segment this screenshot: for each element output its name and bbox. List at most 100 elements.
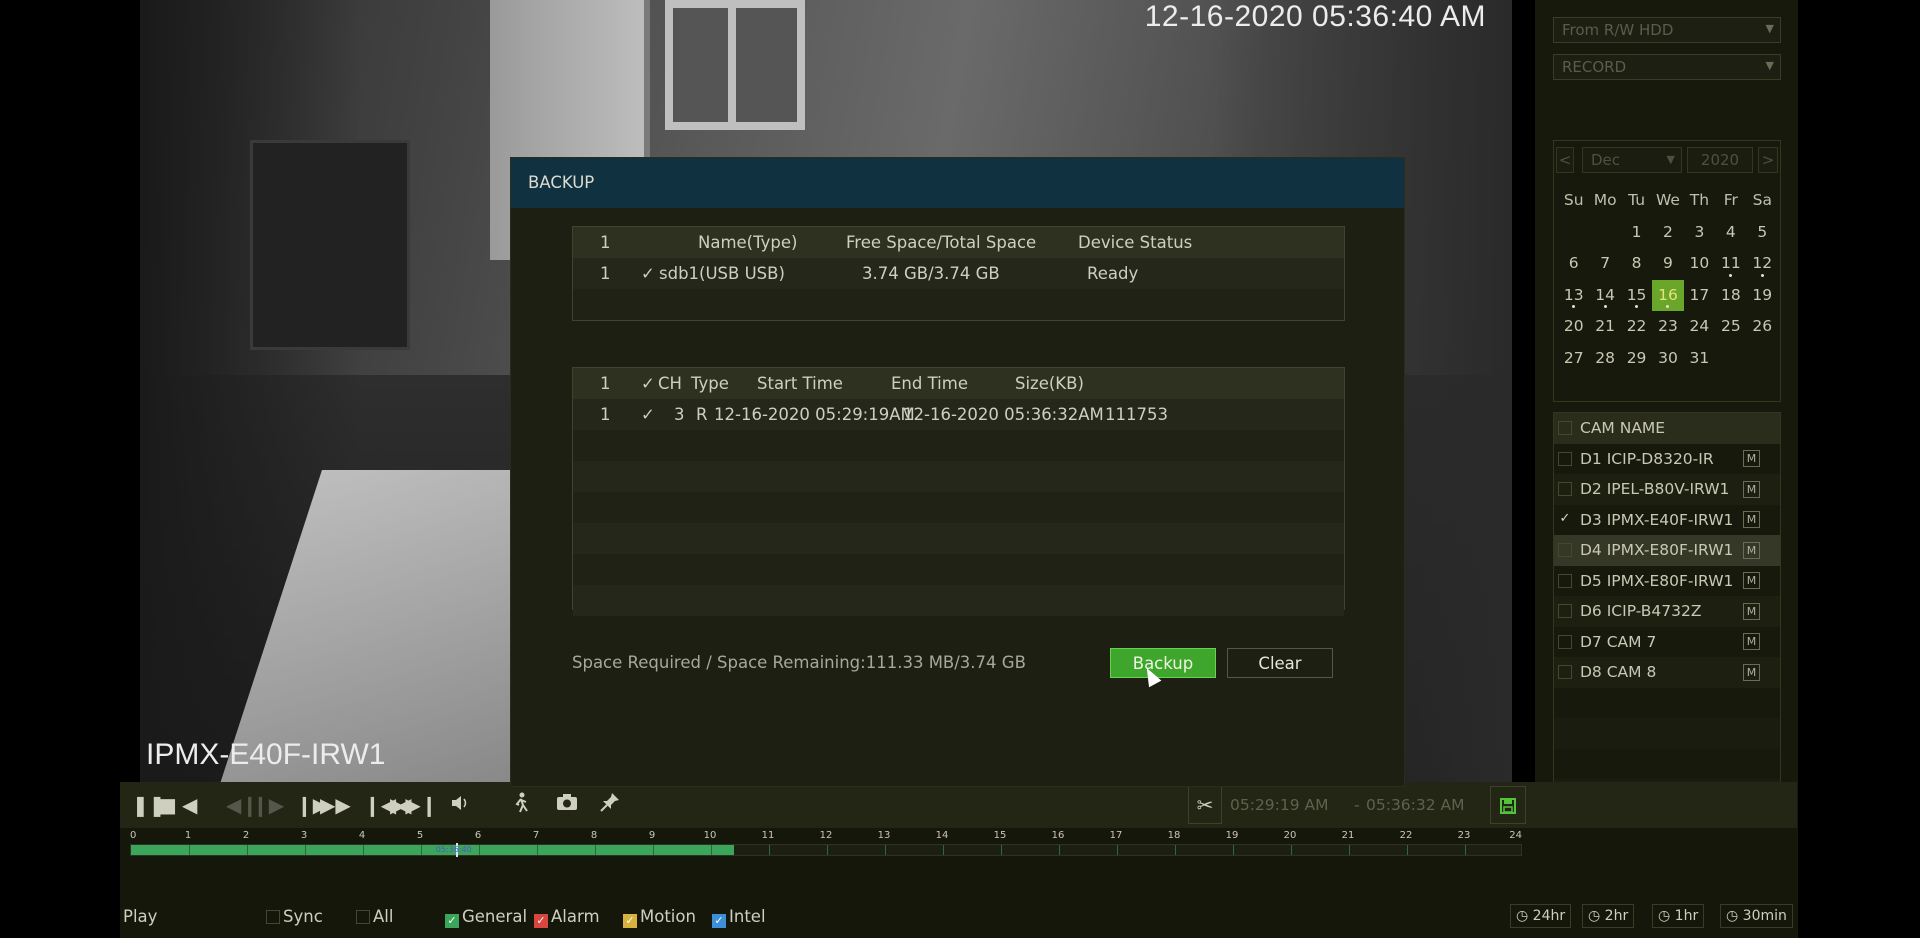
all-checkbox[interactable] [356,910,370,924]
next-month-button[interactable]: > [1758,147,1778,173]
calendar-day[interactable]: 14 [1589,280,1620,312]
calendar-day[interactable]: 25 [1715,311,1746,343]
all-option[interactable]: All [356,902,393,932]
camera-mode-badge[interactable]: M [1743,633,1760,651]
camera-list-item[interactable]: D5 IPMX-E80F-IRW1 M [1554,566,1780,597]
scale-24hr-button[interactable]: ◷ 24hr [1510,904,1572,928]
sync-option[interactable]: Sync [266,902,323,932]
select-all-checkbox[interactable] [1558,421,1572,436]
camera-checkbox[interactable] [1558,451,1572,466]
calendar-day[interactable]: 29 [1621,343,1652,375]
calendar-day[interactable]: 7 [1589,248,1620,280]
stop-icon[interactable]: ■ [158,792,177,818]
source-dropdown[interactable]: From R/W HDD ▼ [1553,17,1781,43]
camera-list-item[interactable]: D4 IPMX-E80F-IRW1 M [1554,535,1780,566]
general-filter[interactable]: ✓ General [445,902,527,932]
camera-checkbox[interactable] [1558,573,1572,588]
timeline-track[interactable]: 05:36:40 [130,843,1522,857]
general-checkbox[interactable]: ✓ [445,914,459,928]
backup-button[interactable]: Backup [1110,648,1216,678]
play-reverse-icon[interactable]: ◀ [182,792,197,818]
calendar-day[interactable]: 11 [1715,248,1746,280]
clip-start-time[interactable]: 05:29:19 AM [1230,786,1329,824]
calendar-day[interactable]: 5 [1747,217,1778,249]
scale-1hr-button[interactable]: ◷ 1hr [1652,904,1705,928]
calendar-day[interactable]: 15 [1621,280,1652,312]
camera-checkbox[interactable] [1558,482,1572,497]
camera-list-item[interactable]: ✓ D3 IPMX-E40F-IRW1 M [1554,505,1780,536]
camera-mode-badge[interactable]: M [1743,572,1760,590]
calendar-day[interactable]: 6 [1558,248,1589,280]
camera-mode-badge[interactable]: M [1743,450,1760,468]
calendar-day[interactable]: 17 [1684,280,1715,312]
calendar-day[interactable]: 1 [1621,217,1652,249]
calendar-day[interactable]: 30 [1652,343,1683,375]
calendar-day[interactable]: 9 [1652,248,1683,280]
camera-mode-badge[interactable]: M [1743,480,1760,498]
calendar-day[interactable]: 8 [1621,248,1652,280]
camera-checkbox[interactable] [1558,543,1572,558]
camera-mode-badge[interactable]: M [1743,602,1760,620]
month-select[interactable]: Dec ▼ [1582,147,1682,173]
calendar-day[interactable]: 13 [1558,280,1589,312]
camera-list-item[interactable]: D2 IPEL-B80V-IRW1 M [1554,474,1780,505]
calendar-day[interactable]: 31 [1684,343,1715,375]
calendar-day[interactable]: 23 [1652,311,1683,343]
scale-2hr-button[interactable]: ◷ 2hr [1582,904,1635,928]
camera-list-item[interactable]: D7 CAM 7 M [1554,627,1780,658]
next-record-icon[interactable]: ▶▶❙ [390,792,438,818]
volume-icon[interactable] [450,792,472,820]
calendar-day[interactable]: 27 [1558,343,1589,375]
intel-filter[interactable]: ✓ Intel [712,902,766,932]
prev-month-button[interactable]: < [1556,147,1574,173]
calendar-day[interactable]: 3 [1684,217,1715,249]
calendar-day[interactable]: 10 [1684,248,1715,280]
calendar-day[interactable]: 21 [1589,311,1620,343]
calendar-day[interactable]: 26 [1747,311,1778,343]
camera-mode-badge[interactable]: M [1743,511,1760,529]
clear-button[interactable]: Clear [1227,648,1333,678]
camera-checkbox[interactable] [1558,634,1572,649]
calendar-day[interactable]: 24 [1684,311,1715,343]
camera-list-item[interactable]: D6 ICIP-B4732Z M [1554,596,1780,627]
calendar-day[interactable]: 19 [1747,280,1778,312]
camera-checkbox[interactable] [1558,604,1572,619]
motion-checkbox[interactable]: ✓ [623,914,637,928]
calendar-day[interactable]: 2 [1652,217,1683,249]
file-row-checkbox[interactable]: ✓ [641,399,655,430]
device-col-index[interactable]: 1 [600,227,611,258]
camera-list-item[interactable]: D1 ICIP-D8320-IR M [1554,444,1780,475]
clip-scissors-button[interactable]: ✂ [1188,786,1222,824]
camera-list-item[interactable]: D8 CAM 8 M [1554,657,1780,688]
save-clip-button[interactable] [1490,786,1526,824]
table-row[interactable]: 1 ✓ 3 R 12-16-2020 05:29:19AM 12-16-2020… [573,399,1344,430]
record-type-dropdown[interactable]: RECORD ▼ [1553,54,1781,80]
calendar-day[interactable]: 18 [1715,280,1746,312]
camera-checkbox[interactable]: ✓ [1558,512,1572,527]
file-col-check[interactable]: ✓ [641,368,655,399]
calendar-day[interactable]: 22 [1621,311,1652,343]
calendar-day[interactable]: 4 [1715,217,1746,249]
camera-checkbox[interactable] [1558,665,1572,680]
pin-tag-icon[interactable] [600,792,620,818]
motion-filter[interactable]: ✓ Motion [623,902,696,932]
calendar-day[interactable]: 16 [1652,279,1684,311]
sync-checkbox[interactable] [266,910,280,924]
file-col-index[interactable]: 1 [600,368,611,399]
human-detection-icon[interactable] [512,792,530,820]
calendar-day[interactable]: 28 [1589,343,1620,375]
fast-forward-icon[interactable]: ▶▶ [320,792,351,818]
alarm-checkbox[interactable]: ✓ [534,914,548,928]
camera-mode-badge[interactable]: M [1743,541,1760,559]
clip-end-time[interactable]: 05:36:32 AM [1366,786,1465,824]
table-row[interactable]: 1 ✓ sdb1(USB USB) 3.74 GB/3.74 GB Ready [573,258,1344,289]
calendar-day[interactable]: 12 [1747,248,1778,280]
device-row-checkbox[interactable]: ✓ [641,258,655,289]
year-field[interactable]: 2020 [1687,147,1753,173]
intel-checkbox[interactable]: ✓ [712,914,726,928]
snapshot-camera-icon[interactable] [556,792,578,818]
camera-mode-badge[interactable]: M [1743,663,1760,681]
scale-30min-button[interactable]: ◷ 30min [1720,904,1793,928]
camera-list-header[interactable]: CAM NAME [1554,413,1780,444]
calendar-day[interactable]: 20 [1558,311,1589,343]
